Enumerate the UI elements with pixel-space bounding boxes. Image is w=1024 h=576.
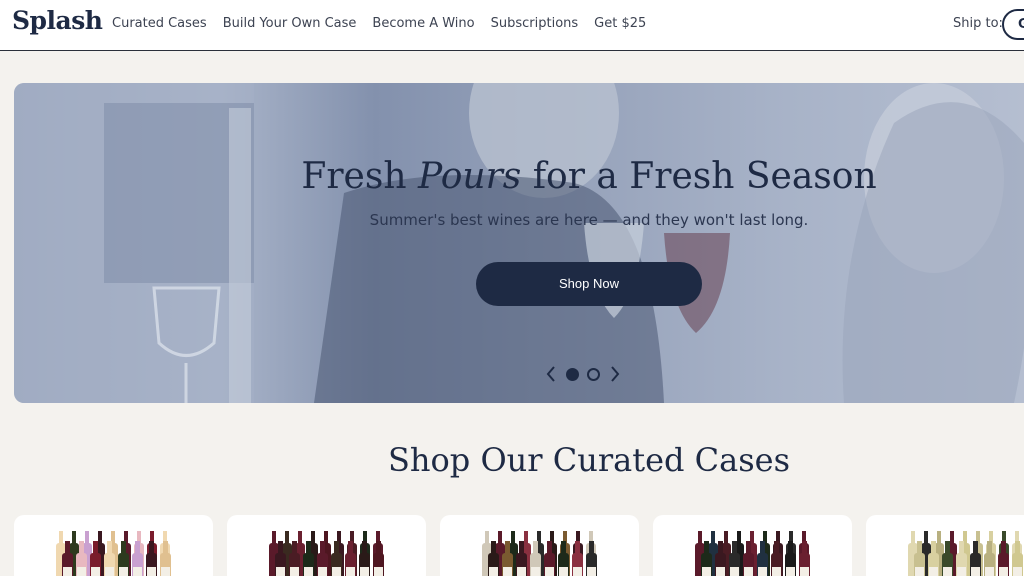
case-card[interactable] bbox=[440, 515, 639, 576]
nav-link-curated-cases[interactable]: Curated Cases bbox=[112, 16, 207, 31]
case-card[interactable] bbox=[866, 515, 1024, 576]
hero-subtitle: Summer's best wines are here — and they … bbox=[369, 211, 809, 229]
section-title: Shop Our Curated Cases bbox=[387, 441, 791, 479]
curated-cases-list bbox=[14, 515, 1024, 576]
hero-title: Fresh Pours for a Fresh Season bbox=[301, 156, 877, 197]
wine-bottles-image bbox=[908, 531, 1023, 576]
carousel-dot-2[interactable] bbox=[587, 367, 600, 381]
chevron-right-icon[interactable] bbox=[608, 366, 622, 382]
case-card[interactable] bbox=[14, 515, 213, 576]
wine-bottles-image bbox=[482, 531, 597, 576]
wine-bottles-image bbox=[56, 531, 171, 576]
wine-bottles-image bbox=[269, 531, 384, 576]
ship-to-selector[interactable]: G bbox=[1002, 9, 1024, 40]
nav-link-get-25[interactable]: Get $25 bbox=[594, 16, 646, 31]
wine-bottles-image bbox=[695, 531, 810, 576]
hero-banner: Fresh Pours for a Fresh Season Summer's … bbox=[14, 83, 1024, 403]
nav-link-subscriptions[interactable]: Subscriptions bbox=[491, 16, 579, 31]
ship-to-label: Ship to: bbox=[953, 16, 1003, 31]
hero-photo bbox=[14, 83, 1024, 403]
case-card[interactable] bbox=[227, 515, 426, 576]
nav-link-become-a-wino[interactable]: Become A Wino bbox=[372, 16, 474, 31]
carousel-dot-1[interactable] bbox=[566, 367, 579, 381]
logo[interactable]: Splash bbox=[12, 6, 103, 35]
case-card[interactable] bbox=[653, 515, 852, 576]
site-header: Splash Curated Cases Build Your Own Case… bbox=[0, 0, 1024, 51]
carousel-controls bbox=[544, 366, 622, 382]
main-nav: Curated Cases Build Your Own Case Become… bbox=[112, 16, 646, 31]
chevron-left-icon[interactable] bbox=[544, 366, 558, 382]
nav-link-build-your-own-case[interactable]: Build Your Own Case bbox=[223, 16, 357, 31]
shop-now-button[interactable]: Shop Now bbox=[476, 262, 702, 306]
